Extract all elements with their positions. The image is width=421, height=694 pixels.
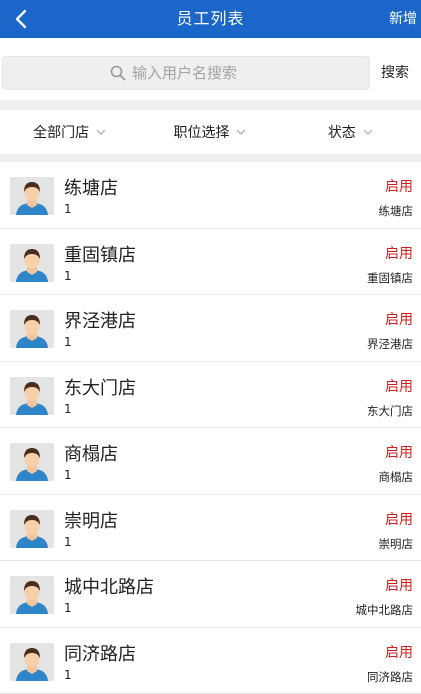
employee-number: 1 xyxy=(64,468,72,482)
avatar xyxy=(10,177,54,215)
search-icon xyxy=(110,65,126,81)
add-button[interactable]: 新增 xyxy=(389,0,417,38)
filter-position-label: 职位选择 xyxy=(173,122,229,142)
status-badge: 启用 xyxy=(385,509,413,529)
avatar xyxy=(10,310,54,348)
employee-name: 练塘店 xyxy=(64,174,118,200)
employee-number: 1 xyxy=(64,535,72,549)
chevron-down-icon xyxy=(235,126,247,138)
employee-number: 1 xyxy=(64,202,72,216)
filter-store-label: 全部门店 xyxy=(33,122,89,142)
employee-store: 崇明店 xyxy=(379,536,414,552)
employee-name: 东大门店 xyxy=(64,374,136,400)
avatar xyxy=(10,510,54,548)
employee-name: 城中北路店 xyxy=(64,573,154,599)
search-box[interactable] xyxy=(2,56,370,90)
employee-name: 崇明店 xyxy=(64,507,118,533)
employee-store: 同济路店 xyxy=(367,669,413,685)
list-item[interactable]: 重固镇店 1 启用 重固镇店 xyxy=(0,229,421,296)
chevron-down-icon xyxy=(362,126,374,138)
status-badge: 启用 xyxy=(385,176,413,196)
user-avatar-icon xyxy=(10,643,54,681)
employee-store: 重固镇店 xyxy=(367,270,413,286)
status-badge: 启用 xyxy=(385,442,413,462)
list-item[interactable]: 练塘店 1 启用 练塘店 xyxy=(0,162,421,229)
employee-number: 1 xyxy=(64,269,72,283)
employee-number: 1 xyxy=(64,335,72,349)
user-avatar-icon xyxy=(10,510,54,548)
app-header: 员工列表 新增 xyxy=(0,0,421,38)
search-input[interactable] xyxy=(132,64,262,82)
list-item[interactable]: 城中北路店 1 启用 城中北路店 xyxy=(0,561,421,628)
avatar xyxy=(10,443,54,481)
section-divider xyxy=(0,100,421,110)
employee-number: 1 xyxy=(64,402,72,416)
employee-name: 同济路店 xyxy=(64,640,136,666)
user-avatar-icon xyxy=(10,244,54,282)
list-item[interactable]: 界泾港店 1 启用 界泾港店 xyxy=(0,295,421,362)
user-avatar-icon xyxy=(10,177,54,215)
list-item[interactable]: 东大门店 1 启用 东大门店 xyxy=(0,362,421,429)
filter-status[interactable]: 状态 xyxy=(281,110,421,154)
search-bar: 搜索 xyxy=(0,38,421,100)
status-badge: 启用 xyxy=(385,243,413,263)
employee-name: 界泾港店 xyxy=(64,307,136,333)
filter-status-label: 状态 xyxy=(328,122,356,142)
user-avatar-icon xyxy=(10,443,54,481)
avatar xyxy=(10,377,54,415)
employee-store: 东大门店 xyxy=(367,403,413,419)
page-title: 员工列表 xyxy=(0,0,421,38)
employee-store: 城中北路店 xyxy=(356,602,414,618)
search-button[interactable]: 搜索 xyxy=(381,56,409,90)
employee-store: 界泾港店 xyxy=(367,336,413,352)
user-avatar-icon xyxy=(10,310,54,348)
employee-name: 商榻店 xyxy=(64,440,118,466)
filter-position[interactable]: 职位选择 xyxy=(140,110,280,154)
status-badge: 启用 xyxy=(385,376,413,396)
chevron-down-icon xyxy=(95,126,107,138)
list-item[interactable]: 同济路店 1 启用 同济路店 xyxy=(0,628,421,694)
avatar xyxy=(10,244,54,282)
filter-bar: 全部门店 职位选择 状态 xyxy=(0,110,421,154)
list-item[interactable]: 商榻店 1 启用 商榻店 xyxy=(0,428,421,495)
avatar xyxy=(10,576,54,614)
list-item[interactable]: 崇明店 1 启用 崇明店 xyxy=(0,495,421,562)
employee-name: 重固镇店 xyxy=(64,241,136,267)
avatar xyxy=(10,643,54,681)
employee-list: 练塘店 1 启用 练塘店 重固镇店 1 启用 重固镇店 xyxy=(0,162,421,694)
filter-store[interactable]: 全部门店 xyxy=(0,110,140,154)
status-badge: 启用 xyxy=(385,642,413,662)
user-avatar-icon xyxy=(10,377,54,415)
employee-store: 商榻店 xyxy=(379,469,414,485)
section-divider xyxy=(0,154,421,162)
employee-number: 1 xyxy=(64,601,72,615)
employee-number: 1 xyxy=(64,668,72,682)
employee-store: 练塘店 xyxy=(379,203,414,219)
status-badge: 启用 xyxy=(385,309,413,329)
user-avatar-icon xyxy=(10,576,54,614)
status-badge: 启用 xyxy=(385,575,413,595)
